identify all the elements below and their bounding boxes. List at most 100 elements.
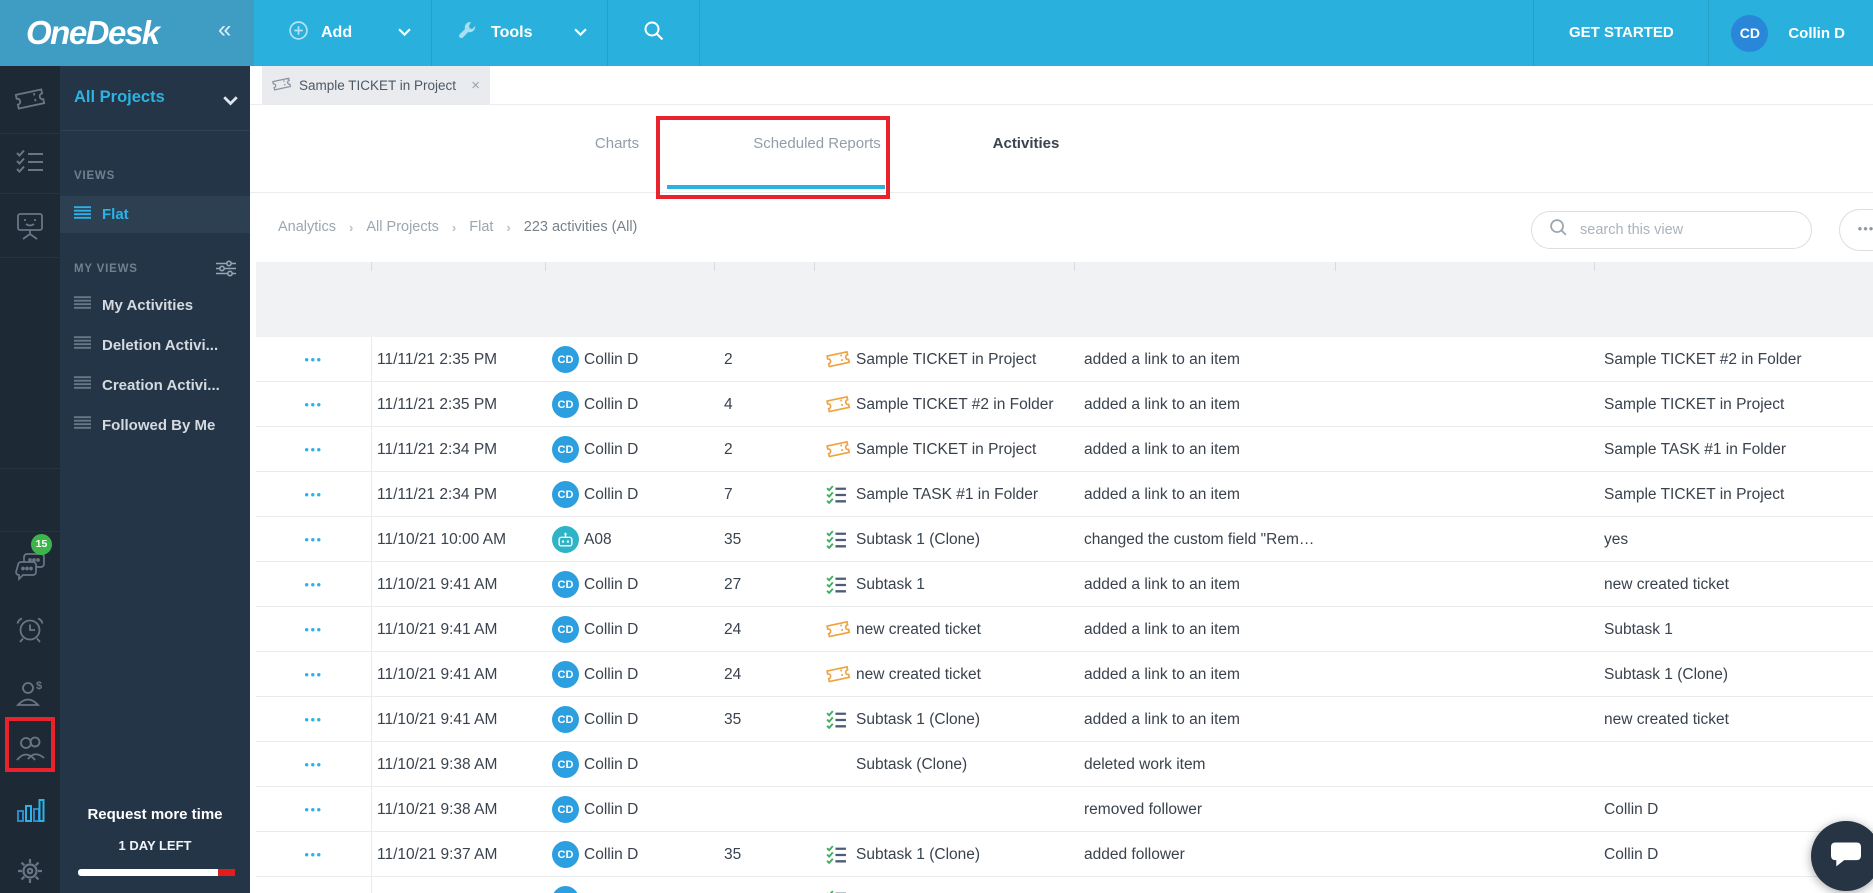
sidebar-view-creation-activities[interactable]: Creation Activi... [60, 365, 250, 405]
timesheets-nav-icon[interactable] [15, 614, 45, 644]
request-more-time-link[interactable]: Request more time [60, 806, 250, 823]
row-actions-button[interactable]: ••• [256, 697, 371, 742]
table-row[interactable]: ••• 11/10/21 10:00 AM A08 35 Subtask 1 (Clon… [256, 517, 1873, 562]
breadcrumb-all-projects[interactable]: All Projects [366, 219, 439, 235]
cell-activity-type: deleted work item [1084, 756, 1206, 773]
tab-activities[interactable]: Activities [917, 135, 1135, 165]
row-actions-button[interactable]: ••• [256, 877, 371, 893]
view-tabs-bar: Charts Scheduled Reports Activities [250, 105, 1873, 193]
table-row[interactable]: ••• 11/10/21 9:38 AM CD Collin D removed fol… [256, 787, 1873, 832]
table-row[interactable]: ••• 11/11/21 2:34 PM CD Collin D 7 Sample TAS… [256, 472, 1873, 517]
messenger-nav-icon[interactable] [15, 551, 45, 582]
sidebar-collapse-icon[interactable]: « [218, 16, 231, 44]
view-filter-sliders-icon[interactable] [216, 260, 236, 282]
trial-days-left: 1 DAY LEFT [118, 838, 192, 853]
chevron-down-icon [223, 93, 238, 111]
close-icon[interactable]: × [471, 77, 480, 94]
table-row[interactable]: ••• 11/11/21 2:34 PM CD Collin D 2 Sample TIC… [256, 427, 1873, 472]
view-label: Deletion Activi... [102, 336, 219, 354]
tools-menu-button[interactable]: Tools [432, 0, 608, 66]
analytics-nav-icon[interactable] [15, 796, 45, 826]
cell-item-name: Subtask 1 (Clone) [856, 531, 981, 548]
table-row[interactable]: ••• 11/10/21 9:41 AM CD Collin D 27 Subtask 1… [256, 562, 1873, 607]
cell-new-value: new created ticket [1604, 711, 1729, 728]
cell-new-value: new created ticket [1604, 576, 1729, 593]
topbar-search-button[interactable] [608, 0, 700, 66]
cell-new-value: Sample TASK #1 in Folder [1604, 441, 1787, 458]
sidebar-view-my-activities[interactable]: My Activities [60, 285, 250, 325]
row-actions-button[interactable]: ••• [256, 832, 371, 877]
row-actions-button[interactable]: ••• [256, 337, 371, 382]
row-actions-button[interactable]: ••• [256, 382, 371, 427]
search-input[interactable] [1580, 222, 1780, 238]
cell-activity-type: added follower [1084, 846, 1185, 863]
user-avatar: CD [552, 661, 579, 688]
user-avatar: CD [552, 436, 579, 463]
financials-nav-icon[interactable]: $ [15, 678, 45, 708]
row-actions-button[interactable]: ••• [256, 517, 371, 562]
table-row[interactable]: ••• 11/10/21 9:41 AM CD Collin D 24 new creat… [256, 652, 1873, 697]
table-row[interactable]: ••• 11/11/21 2:35 PM CD Collin D 2 Sample TIC… [256, 337, 1873, 382]
cell-item-name: Sample TICKET #2 in Folder [856, 396, 1054, 413]
boards-nav-icon[interactable] [15, 211, 45, 241]
add-menu-button[interactable]: Add [254, 0, 432, 66]
chat-widget-button[interactable] [1811, 821, 1873, 891]
breadcrumb-flat[interactable]: Flat [469, 219, 493, 235]
get-started-button[interactable]: GET STARTED [1533, 0, 1710, 66]
row-actions-button[interactable]: ••• [256, 472, 371, 517]
row-actions-button[interactable]: ••• [256, 787, 371, 832]
project-selector[interactable]: All Projects [60, 80, 250, 120]
table-row[interactable]: ••• 11/11/21 2:35 PM CD Collin D 4 Sample TIC… [256, 382, 1873, 427]
users-nav-icon[interactable] [15, 734, 45, 764]
row-actions-button[interactable]: ••• [256, 427, 371, 472]
row-actions-button[interactable]: ••• [256, 562, 371, 607]
column-divider [371, 652, 372, 696]
more-options-button[interactable]: ••• [1839, 209, 1873, 251]
table-row[interactable]: ••• 11/10/21 9:41 AM CD Collin D 35 Subtask 1… [256, 697, 1873, 742]
topbar-user-avatar[interactable]: CD [1731, 14, 1769, 52]
tickets-nav-icon[interactable] [14, 87, 46, 117]
cell-id: 24 [724, 666, 742, 683]
cell-id: 35 [724, 531, 742, 548]
app-logo[interactable]: OneDesk [26, 14, 160, 52]
column-divider [371, 562, 372, 606]
row-actions-button[interactable]: ••• [256, 742, 371, 787]
sidebar-view-deletion-activities[interactable]: Deletion Activi... [60, 325, 250, 365]
row-actions-button[interactable]: ••• [256, 607, 371, 652]
sidebar-view-followed-by-me[interactable]: Followed By Me [60, 405, 250, 445]
chat-bubble-icon [1829, 839, 1863, 874]
table-row[interactable]: ••• CD [256, 877, 1873, 893]
user-avatar: CD [552, 346, 579, 373]
cell-activity-type: added a link to an item [1084, 486, 1240, 503]
tab-scheduled-reports[interactable]: Scheduled Reports [717, 135, 917, 165]
table-row[interactable]: ••• 11/10/21 9:41 AM CD Collin D 24 new creat… [256, 607, 1873, 652]
my-views-section-label: MY VIEWS [74, 263, 138, 275]
cell-id: 24 [724, 621, 742, 638]
chevron-down-icon [574, 24, 587, 42]
active-tab-underline [667, 185, 885, 189]
breadcrumb-activity-count[interactable]: 223 activities (All) [524, 219, 638, 235]
topbar-user-name[interactable]: Collin D [1788, 25, 1845, 42]
view-search-box[interactable] [1531, 211, 1812, 249]
cell-item-name: Sample TICKET in Project [856, 441, 1037, 458]
user-avatar: CD [552, 751, 579, 778]
cell-activity-type: added a link to an item [1084, 711, 1240, 728]
cell-date: 11/10/21 10:00 AM [377, 531, 506, 548]
table-row[interactable]: ••• 11/10/21 9:37 AM CD Collin D 35 Subtask 1… [256, 832, 1873, 877]
ticket-icon [826, 395, 851, 414]
row-actions-button[interactable]: ••• [256, 652, 371, 697]
tasks-nav-icon[interactable] [15, 149, 45, 179]
cell-item-name: Subtask 1 [856, 576, 925, 593]
cell-performed-by: Collin D [584, 756, 639, 773]
user-avatar: CD [552, 481, 579, 508]
breadcrumb-analytics[interactable]: Analytics [278, 219, 336, 235]
document-tab[interactable]: Sample TICKET in Project × [262, 66, 490, 105]
user-avatar: CD [552, 391, 579, 418]
sidebar-view-flat[interactable]: Flat [60, 196, 250, 233]
breadcrumb: Analytics › All Projects › Flat › 223 ac… [278, 219, 637, 235]
settings-gear-icon[interactable] [15, 856, 45, 886]
bot-avatar [552, 526, 579, 553]
table-row[interactable]: ••• 11/10/21 9:38 AM CD Collin D Subtask (Cl… [256, 742, 1873, 787]
views-section-label: VIEWS [74, 170, 116, 182]
tab-charts[interactable]: Charts [517, 135, 717, 165]
